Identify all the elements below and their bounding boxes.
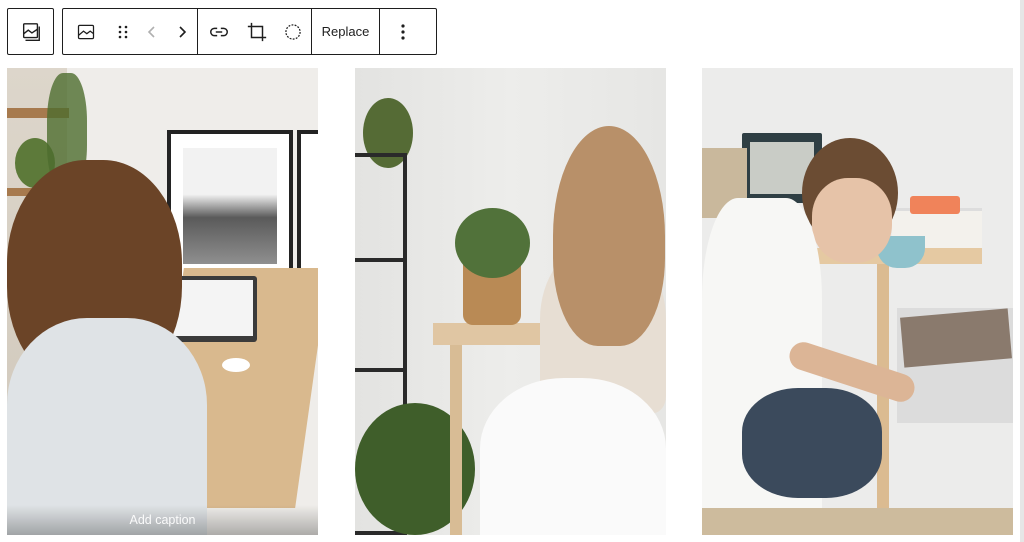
chevron-right-icon xyxy=(179,25,187,38)
replace-button[interactable]: Replace xyxy=(312,9,379,54)
crop-button[interactable] xyxy=(240,9,274,54)
replace-label: Replace xyxy=(321,24,370,39)
block-toolbar: Replace xyxy=(62,8,437,55)
photo-woman-seated-chair xyxy=(355,68,666,535)
gallery-image-1[interactable]: Add caption xyxy=(7,68,318,535)
link-button[interactable] xyxy=(198,9,240,54)
options-button[interactable] xyxy=(380,9,426,54)
move-right-button[interactable] xyxy=(167,9,197,54)
photo-woman-standing-desk xyxy=(7,68,318,535)
gallery-image-2[interactable] xyxy=(355,68,666,535)
link-icon xyxy=(210,27,228,36)
image-block-button[interactable] xyxy=(63,9,109,54)
move-left-button[interactable] xyxy=(137,9,167,54)
duotone-circle-icon xyxy=(284,23,301,40)
photo-person-desk-tea xyxy=(702,68,1013,535)
gallery-parent-icon xyxy=(22,22,40,41)
drag-handle[interactable] xyxy=(109,9,137,54)
toolbar-parent-group xyxy=(7,8,54,55)
select-parent-button[interactable] xyxy=(8,9,53,54)
more-vertical-icon xyxy=(401,23,405,40)
window-scrollbar-edge xyxy=(1020,0,1024,542)
caption-placeholder[interactable]: Add caption xyxy=(129,513,195,527)
drag-handle-icon xyxy=(118,25,128,38)
chevron-left-icon xyxy=(147,25,155,38)
caption-bar[interactable]: Add caption xyxy=(7,505,318,535)
duotone-button[interactable] xyxy=(274,9,311,54)
image-icon xyxy=(77,24,95,39)
gallery-image-3[interactable] xyxy=(702,68,1013,535)
crop-icon xyxy=(247,22,267,41)
